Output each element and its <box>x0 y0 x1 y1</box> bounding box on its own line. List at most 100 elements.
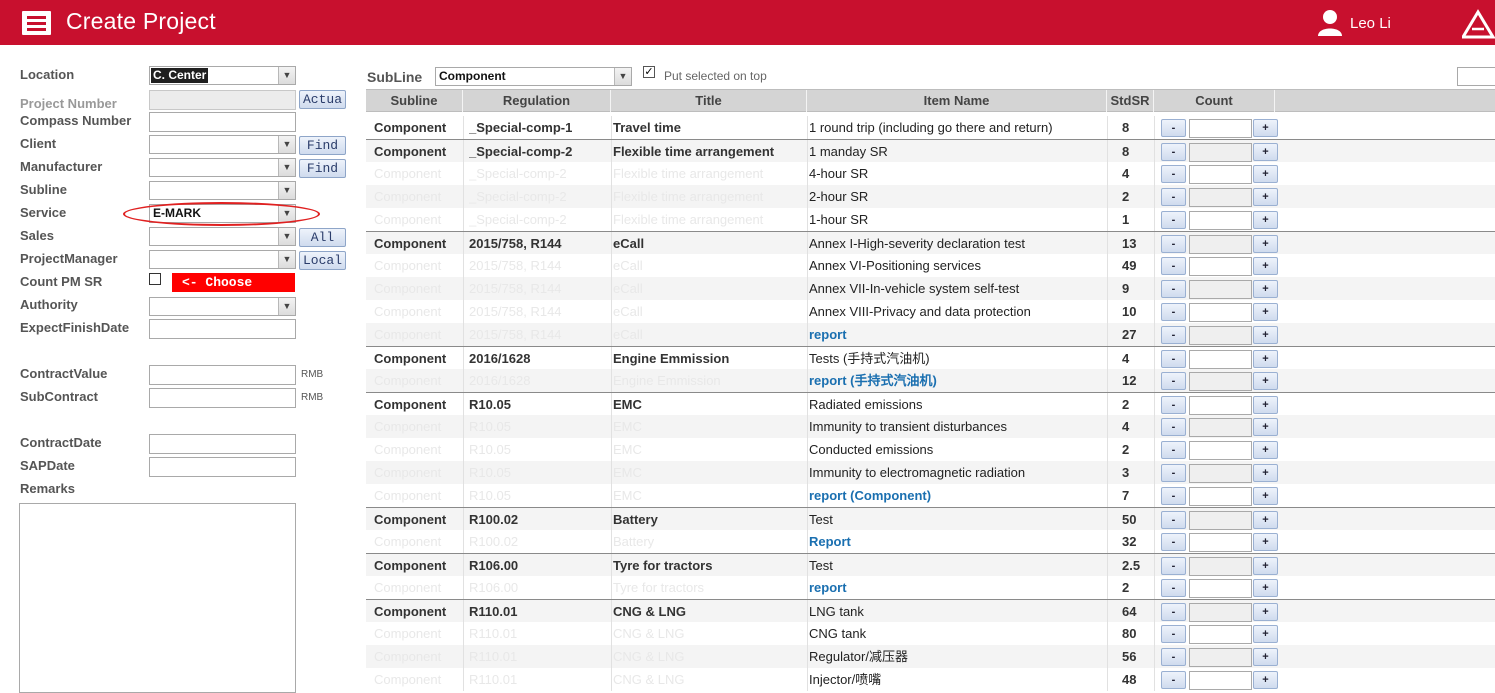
decrement-button[interactable]: - <box>1161 211 1186 229</box>
decrement-button[interactable]: - <box>1161 303 1186 321</box>
search-field[interactable] <box>1457 67 1495 86</box>
table-row[interactable]: Component R106.00 Tyre for tractors Test 2.5… <box>366 553 1495 577</box>
increment-button[interactable]: + <box>1253 326 1278 344</box>
table-row[interactable]: Component 2015/758, R144 eCall Annex VII-In… <box>366 277 1495 300</box>
count-input[interactable] <box>1189 350 1252 369</box>
actual-button[interactable]: Actua <box>299 90 346 109</box>
decrement-button[interactable]: - <box>1161 257 1186 275</box>
table-row[interactable]: Component 2016/1628 Engine Emmission report… <box>366 369 1495 392</box>
decrement-button[interactable]: - <box>1161 280 1186 298</box>
table-row[interactable]: Component _Special-comp-2 Flexible time ar… <box>366 162 1495 185</box>
count-input[interactable] <box>1189 396 1252 415</box>
subcontract-field[interactable] <box>149 388 296 408</box>
count-input[interactable] <box>1189 441 1252 460</box>
increment-button[interactable]: + <box>1253 671 1278 689</box>
increment-button[interactable]: + <box>1253 511 1278 529</box>
table-row[interactable]: Component _Special-comp-2 Flexible time ar… <box>366 208 1495 231</box>
count-input[interactable] <box>1189 487 1252 506</box>
count-input[interactable] <box>1189 257 1252 276</box>
find-manufacturer-button[interactable]: Find <box>299 159 346 178</box>
table-row[interactable]: Component R110.01 CNG & LNG Regulator/减压器 56… <box>366 645 1495 668</box>
increment-button[interactable]: + <box>1253 418 1278 436</box>
cell-item-name[interactable]: report <box>809 323 1105 346</box>
count-input[interactable] <box>1189 211 1252 230</box>
increment-button[interactable]: + <box>1253 557 1278 575</box>
table-row[interactable]: Component R10.05 EMC Immunity to electromag… <box>366 461 1495 484</box>
table-row[interactable]: Component R106.00 Tyre for tractors report 2… <box>366 576 1495 599</box>
decrement-button[interactable]: - <box>1161 511 1186 529</box>
increment-button[interactable]: + <box>1253 143 1278 161</box>
decrement-button[interactable]: - <box>1161 372 1186 390</box>
decrement-button[interactable]: - <box>1161 579 1186 597</box>
table-row[interactable]: Component R110.01 CNG & LNG CNG tank 80 - + <box>366 622 1495 645</box>
all-sales-button[interactable]: All <box>299 228 346 247</box>
decrement-button[interactable]: - <box>1161 625 1186 643</box>
table-row[interactable]: Component 2016/1628 Engine Emmission Tests … <box>366 346 1495 370</box>
count-input[interactable] <box>1189 511 1252 530</box>
decrement-button[interactable]: - <box>1161 418 1186 436</box>
count-input[interactable] <box>1189 372 1252 391</box>
increment-button[interactable]: + <box>1253 396 1278 414</box>
subline-filter-select[interactable]: Component ▼ <box>435 67 632 86</box>
increment-button[interactable]: + <box>1253 303 1278 321</box>
table-row[interactable]: Component _Special-comp-2 Flexible time ar… <box>366 185 1495 208</box>
decrement-button[interactable]: - <box>1161 648 1186 666</box>
increment-button[interactable]: + <box>1253 235 1278 253</box>
remarks-textarea[interactable] <box>19 503 296 693</box>
location-select[interactable]: C. Center ▼ <box>149 66 296 85</box>
project-manager-select[interactable]: ▼ <box>149 250 296 269</box>
cell-item-name[interactable]: report (Component) <box>809 484 1105 507</box>
table-row[interactable]: Component _Special-comp-1 Travel time 1 rou… <box>366 116 1495 139</box>
table-row[interactable]: Component R110.01 CNG & LNG LNG tank 64 - + <box>366 599 1495 623</box>
count-input[interactable] <box>1189 280 1252 299</box>
increment-button[interactable]: + <box>1253 441 1278 459</box>
user-name[interactable]: Leo Li <box>1350 15 1391 32</box>
count-input[interactable] <box>1189 464 1252 483</box>
user-avatar-icon[interactable] <box>1317 9 1343 36</box>
count-input[interactable] <box>1189 671 1252 690</box>
increment-button[interactable]: + <box>1253 487 1278 505</box>
count-input[interactable] <box>1189 235 1252 254</box>
find-client-button[interactable]: Find <box>299 136 346 155</box>
count-input[interactable] <box>1189 165 1252 184</box>
increment-button[interactable]: + <box>1253 188 1278 206</box>
count-input[interactable] <box>1189 557 1252 576</box>
decrement-button[interactable]: - <box>1161 188 1186 206</box>
increment-button[interactable]: + <box>1253 350 1278 368</box>
sales-select[interactable]: ▼ <box>149 227 296 246</box>
cell-item-name[interactable]: report (手持式汽油机) <box>809 369 1105 392</box>
increment-button[interactable]: + <box>1253 625 1278 643</box>
decrement-button[interactable]: - <box>1161 533 1186 551</box>
increment-button[interactable]: + <box>1253 119 1278 137</box>
increment-button[interactable]: + <box>1253 165 1278 183</box>
count-pm-sr-checkbox[interactable] <box>149 273 161 285</box>
decrement-button[interactable]: - <box>1161 235 1186 253</box>
decrement-button[interactable]: - <box>1161 119 1186 137</box>
table-row[interactable]: Component R100.02 Battery Report 32 - + <box>366 530 1495 553</box>
decrement-button[interactable]: - <box>1161 350 1186 368</box>
increment-button[interactable]: + <box>1253 648 1278 666</box>
increment-button[interactable]: + <box>1253 372 1278 390</box>
count-input[interactable] <box>1189 303 1252 322</box>
decrement-button[interactable]: - <box>1161 464 1186 482</box>
authority-select[interactable]: ▼ <box>149 297 296 316</box>
decrement-button[interactable]: - <box>1161 671 1186 689</box>
count-input[interactable] <box>1189 579 1252 598</box>
increment-button[interactable]: + <box>1253 603 1278 621</box>
subline-select[interactable]: ▼ <box>149 181 296 200</box>
table-row[interactable]: Component 2015/758, R144 eCall Annex VIII-P… <box>366 300 1495 323</box>
client-select[interactable]: ▼ <box>149 135 296 154</box>
table-row[interactable]: Component R110.01 CNG & LNG Injector/喷嘴 48 - + <box>366 668 1495 691</box>
decrement-button[interactable]: - <box>1161 396 1186 414</box>
contract-date-field[interactable] <box>149 434 296 454</box>
expect-finish-date-field[interactable] <box>149 319 296 339</box>
count-input[interactable] <box>1189 119 1252 138</box>
decrement-button[interactable]: - <box>1161 165 1186 183</box>
increment-button[interactable]: + <box>1253 533 1278 551</box>
compass-number-field[interactable] <box>149 112 296 132</box>
count-input[interactable] <box>1189 418 1252 437</box>
increment-button[interactable]: + <box>1253 579 1278 597</box>
table-row[interactable]: Component 2015/758, R144 eCall Annex VI-Pos… <box>366 254 1495 277</box>
increment-button[interactable]: + <box>1253 211 1278 229</box>
table-row[interactable]: Component R10.05 EMC Immunity to transient … <box>366 415 1495 438</box>
